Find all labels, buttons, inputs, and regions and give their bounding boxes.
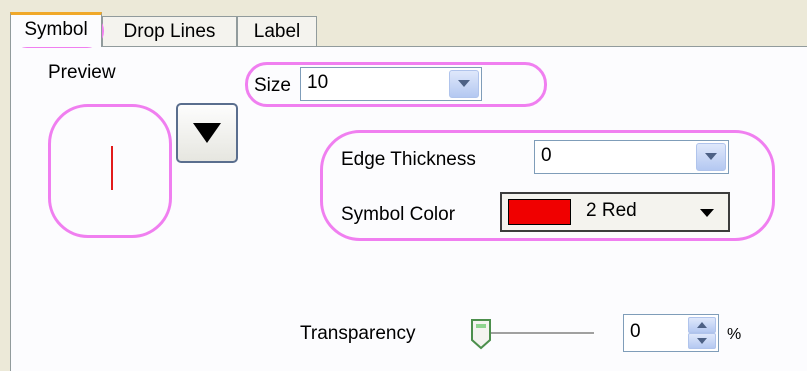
size-dropdown-icon[interactable] [449,70,479,98]
tab-symbol[interactable]: Symbol [10,12,102,47]
edge-thickness-value: 0 [541,145,552,166]
spin-down-icon[interactable] [688,333,716,349]
symbol-shape-button[interactable] [176,103,238,163]
transparency-value: 0 [630,321,641,342]
percent-unit: % [727,326,742,343]
transparency-label: Transparency [300,323,416,344]
size-label: Size [254,75,291,96]
edge-thickness-dropdown-icon[interactable] [696,143,726,171]
chevron-down-icon[interactable] [700,209,714,217]
preview-symbol-mark [111,146,113,190]
down-triangle-icon [193,123,221,143]
tab-label[interactable]: Label [237,16,317,46]
symbol-color-label: Symbol Color [341,204,456,225]
size-value: 10 [307,72,329,93]
color-swatch [508,199,571,225]
transparency-spinner[interactable]: 0 [623,314,719,352]
tab-bar: Symbol Drop Lines Label [10,12,807,47]
size-combo[interactable]: 10 [300,67,482,101]
transparency-slider-thumb[interactable] [470,318,492,350]
spin-up-icon[interactable] [688,317,716,333]
transparency-slider-track[interactable] [476,332,594,335]
symbol-preview [48,58,166,176]
tab-drop-lines[interactable]: Drop Lines [102,16,237,46]
edge-thickness-combo[interactable]: 0 [534,140,729,174]
edge-thickness-label: Edge Thickness [341,149,476,170]
symbol-color-value: 2 Red [586,200,637,221]
symbol-color-combo[interactable]: 2 Red [500,192,730,232]
